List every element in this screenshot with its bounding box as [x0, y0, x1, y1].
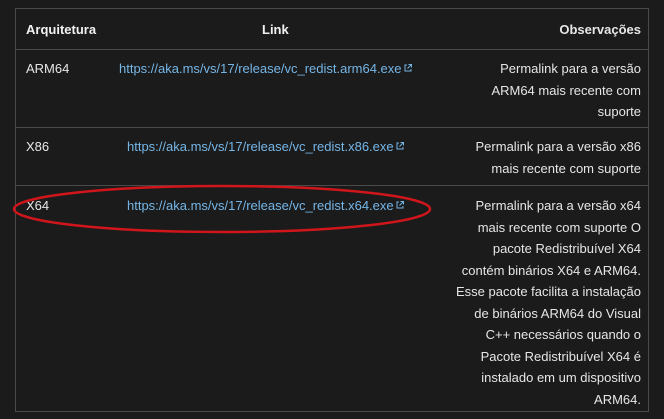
- notes-cell: Permalink para a versão ARM64 mais recen…: [491, 58, 641, 123]
- note-line: Permalink para a versão x86: [475, 139, 641, 154]
- external-link-icon: [396, 201, 404, 209]
- note-line: C++ necessários quando o: [485, 327, 641, 342]
- header-architecture: Arquitetura: [26, 22, 97, 37]
- architecture-cell: X64: [26, 198, 50, 213]
- table-row-x86: X86 https://aka.ms/vs/17/release/vc_redi…: [16, 128, 648, 186]
- download-link-x86[interactable]: https://aka.ms/vs/17/release/vc_redist.x…: [127, 136, 404, 158]
- table-header-row: Arquitetura Link Observações: [16, 9, 648, 50]
- architecture-cell: X86: [26, 139, 50, 154]
- architecture-cell: ARM64: [26, 61, 70, 76]
- external-link-icon: [396, 142, 404, 150]
- note-line: ARM64.: [594, 391, 641, 407]
- redistributable-table: Arquitetura Link Observações ARM64 https…: [15, 8, 649, 412]
- note-line: Esse pacote facilita a instalação: [456, 284, 641, 299]
- notes-cell: Permalink para a versão x64 mais recente…: [456, 195, 641, 410]
- note-line: Permalink para a versão x64: [475, 198, 641, 213]
- link-text[interactable]: https://aka.ms/vs/17/release/vc_redist.x…: [127, 139, 394, 154]
- note-line: contém binários X64 e ARM64.: [461, 262, 641, 278]
- table-row-arm64: ARM64 https://aka.ms/vs/17/release/vc_re…: [16, 50, 648, 128]
- link-text[interactable]: https://aka.ms/vs/17/release/vc_redist.a…: [119, 61, 402, 76]
- note-line: Permalink para a versão: [500, 61, 641, 76]
- note-line: de binários ARM64 do Visual: [474, 305, 641, 321]
- note-line: pacote Redistribuível X64: [492, 241, 641, 256]
- note-line: ARM64 mais recente com: [491, 82, 641, 98]
- download-link-x64[interactable]: https://aka.ms/vs/17/release/vc_redist.x…: [127, 195, 404, 217]
- note-line: suporte: [597, 104, 641, 119]
- download-link-arm64[interactable]: https://aka.ms/vs/17/release/vc_redist.a…: [119, 58, 412, 80]
- note-line: mais recente com suporte O: [477, 219, 641, 235]
- header-notes: Observações: [559, 22, 641, 37]
- external-link-icon: [404, 64, 412, 72]
- note-line: instalado em um dispositivo: [481, 370, 641, 385]
- note-line: Pacote Redistribuível X64 é: [480, 348, 641, 364]
- header-link: Link: [262, 22, 289, 37]
- link-text[interactable]: https://aka.ms/vs/17/release/vc_redist.x…: [127, 198, 394, 213]
- notes-cell: Permalink para a versão x86 mais recente…: [476, 136, 641, 179]
- table-row-x64: X64 https://aka.ms/vs/17/release/vc_redi…: [16, 186, 648, 411]
- note-line: mais recente com suporte: [491, 160, 641, 176]
